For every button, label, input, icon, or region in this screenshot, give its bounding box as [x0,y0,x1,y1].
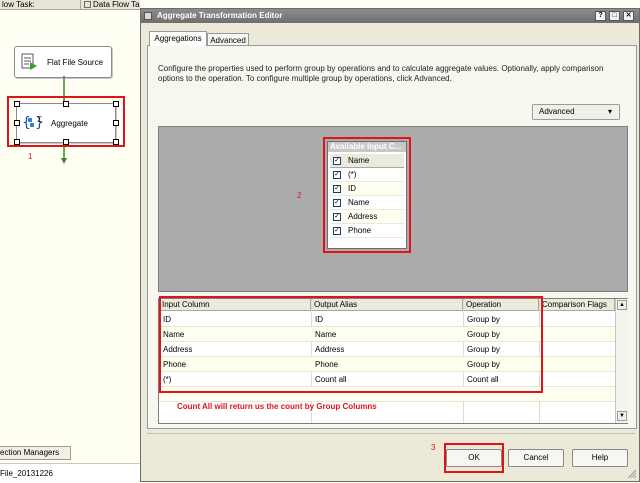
chevron-down-icon: ▾ [608,107,613,116]
column-checkbox[interactable]: ✓ [333,171,341,179]
annotation-note: Count All will return us the count by Gr… [177,402,377,411]
column-name: (*) [348,170,357,179]
resize-grip-icon[interactable] [625,467,637,479]
column-name: Address [348,212,378,221]
cancel-button[interactable]: Cancel [508,449,564,467]
input-table-header-label: Name [348,156,370,165]
grid-header-comparison-flags[interactable]: Comparison Flags [539,299,615,311]
description-text: Configure the properties used to perform… [158,64,604,83]
column-name: Phone [348,226,372,235]
annotation-callout-3: 3 [431,443,436,452]
annotation-callout-1: 1 [28,152,33,161]
column-checkbox[interactable]: ✓ [333,185,341,193]
designer-tab-strip: low Task: Data Flow Task [0,0,140,10]
tab-divider [80,0,81,9]
connection-manager-item[interactable]: File_20131226 [0,469,53,478]
connection-managers-tab[interactable]: ection Managers [0,446,71,460]
input-column-row[interactable]: ✓ ID [330,182,404,196]
scroll-up-icon[interactable]: ▲ [617,300,627,310]
flat-file-source-label: Flat File Source [47,58,104,67]
vertical-scrollbar[interactable]: ▲ ▼ [615,299,628,423]
data-flow-icon [84,1,91,8]
input-table-header: ✓ Name [330,154,404,168]
connection-manager-list: File_20131226 [0,463,140,483]
close-button[interactable]: ✕ [623,11,634,21]
dialog-app-icon [144,12,152,20]
aggregations-panel: Configure the properties used to perform… [147,45,637,429]
flat-file-source-component[interactable]: Flat File Source [14,46,112,78]
connection-managers-label: ection Managers [0,448,60,457]
tab-data-flow-label: Data Flow Task [93,0,140,9]
flat-file-source-icon [21,53,37,70]
input-column-row[interactable]: ✓ Phone [330,224,404,238]
input-table-title: Available Input C... [328,142,406,152]
column-checkbox[interactable]: ✓ [333,227,341,235]
dialog-titlebar[interactable]: Aggregate Transformation Editor ? □ ✕ [141,9,639,23]
aggregate-editor-dialog: Aggregate Transformation Editor ? □ ✕ Ag… [140,8,640,482]
button-row-separator [147,433,635,434]
input-columns-designer: 2 Available Input C... ✓ Name ✓ (*) ✓ ID… [158,126,628,292]
maximize-button[interactable]: □ [609,11,620,21]
select-all-checkbox[interactable]: ✓ [333,157,341,165]
annotation-callout-2: 2 [297,191,302,200]
column-checkbox[interactable]: ✓ [333,199,341,207]
dialog-title: Aggregate Transformation Editor [157,11,283,20]
column-name: ID [348,184,356,193]
column-name: Name [348,198,370,207]
tab-data-flow[interactable]: Data Flow Task [84,0,140,9]
ok-button[interactable]: OK [446,449,502,467]
aggregation-grid: Input Column Output Alias Operation Comp… [158,296,628,424]
tab-aggregations[interactable]: Aggregations [149,31,207,46]
available-input-columns-table: Available Input C... ✓ Name ✓ (*) ✓ ID ✓… [327,141,407,249]
input-column-row[interactable]: ✓ Address [330,210,404,224]
input-column-row[interactable]: ✓ (*) [330,168,404,182]
annotation-highlight-grid [159,296,543,393]
input-column-row[interactable]: ✓ Name [330,196,404,210]
advanced-button-label: Advanced [539,107,575,116]
help-button[interactable]: Help [572,449,628,467]
column-checkbox[interactable]: ✓ [333,213,341,221]
tab-control-flow[interactable]: low Task: [0,0,35,9]
scroll-down-icon[interactable]: ▼ [617,411,627,421]
advanced-toggle-button[interactable]: Advanced ▾ [532,104,620,120]
help-window-button[interactable]: ? [595,11,606,21]
annotation-highlight-1 [7,96,125,147]
